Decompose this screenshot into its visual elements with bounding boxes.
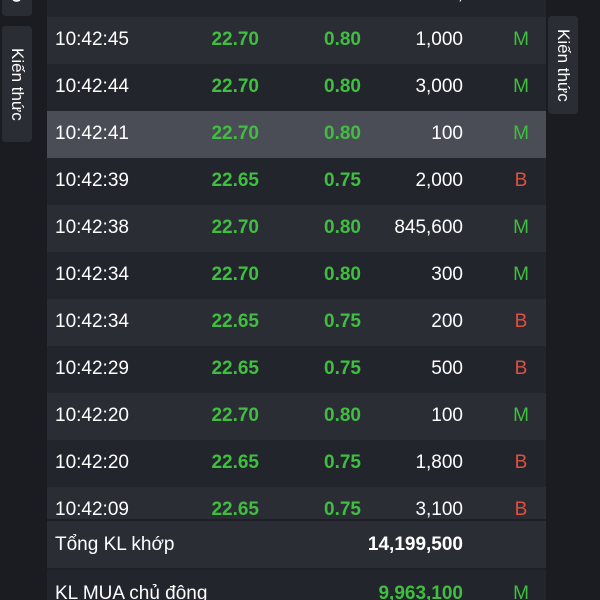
trade-volume: 845,600 <box>394 217 463 238</box>
table-row[interactable]: 10:42:39 22.65 0.75 2,000 B <box>47 158 546 205</box>
table-row[interactable]: 10:42:29 22.65 0.75 500 B <box>47 346 546 393</box>
trade-side: B <box>514 452 528 473</box>
table-row[interactable]: 10:42:34 22.65 0.75 200 B <box>47 299 546 346</box>
trade-volume: 3,000 <box>415 76 463 97</box>
trade-side: B <box>514 311 528 332</box>
trade-time: 10:42:29 <box>55 358 129 379</box>
trade-side: M <box>513 405 529 426</box>
side-tab-knowledge-right-label: Kiến thức <box>554 28 573 102</box>
table-row[interactable]: 10:42:20 22.70 0.80 100 M <box>47 393 546 440</box>
trade-side: M <box>513 123 529 144</box>
total-matched-volume-value: 14,199,500 <box>367 534 463 555</box>
active-buy-volume-value: 9,963,100 <box>378 583 463 600</box>
trade-price: 22.65 <box>211 311 259 332</box>
trade-list[interactable]: , 10:42:45 22.70 0.80 1,000 M 10:42:44 22.70 0.… <box>47 0 546 600</box>
trade-volume: 300 <box>431 264 463 285</box>
table-row[interactable]: 10:42:41 22.70 0.80 100 M <box>47 111 546 158</box>
trade-volume: 500 <box>431 358 463 379</box>
trade-price: 22.70 <box>211 405 259 426</box>
trade-change: 0.80 <box>324 405 361 426</box>
side-tab-knowledge-right[interactable]: Kiến thức <box>548 16 578 114</box>
trade-volume: 100 <box>431 405 463 426</box>
total-matched-volume-label: Tổng KL khớp <box>55 534 175 555</box>
trade-price: 22.65 <box>211 358 259 379</box>
total-matched-volume-row: Tổng KL khớp 14,199,500 <box>47 521 546 568</box>
trade-price: 22.70 <box>211 123 259 144</box>
trade-time: 10:42:09 <box>55 499 129 519</box>
active-buy-volume-row: KL MUA chủ động 9,963,100 M <box>47 570 546 600</box>
trade-time: 10:42:20 <box>55 452 129 473</box>
trade-time: 10:42:39 <box>55 170 129 191</box>
trade-volume: 1,000 <box>415 29 463 50</box>
trade-volume: 3,100 <box>415 499 463 519</box>
trade-change: 0.75 <box>324 358 361 379</box>
table-row[interactable]: 10:42:34 22.70 0.80 300 M <box>47 252 546 299</box>
trade-time: 10:42:41 <box>55 123 129 144</box>
table-row[interactable]: 10:42:38 22.70 0.80 845,600 M <box>47 205 546 252</box>
trade-side: M <box>513 217 529 238</box>
trade-side: B <box>514 499 528 519</box>
trade-change: 0.80 <box>324 29 361 50</box>
trade-side: M <box>513 76 529 97</box>
table-row[interactable]: 10:42:09 22.65 0.75 3,100 B <box>47 487 546 519</box>
table-row-partial[interactable]: , <box>47 0 546 17</box>
trade-change: 0.75 <box>324 170 361 191</box>
side-tab-top-left-label: o <box>7 0 27 3</box>
trade-volume: 2,000 <box>415 170 463 191</box>
trade-side: B <box>514 170 528 191</box>
trade-change: 0.80 <box>324 76 361 97</box>
trade-price: 22.65 <box>211 452 259 473</box>
trade-volume: 200 <box>431 311 463 332</box>
trade-change: 0.75 <box>324 311 361 332</box>
trade-volume: 1,800 <box>415 452 463 473</box>
table-row[interactable]: 10:42:44 22.70 0.80 3,000 M <box>47 64 546 111</box>
table-row[interactable]: 10:42:20 22.65 0.75 1,800 B <box>47 440 546 487</box>
trade-price: 22.70 <box>211 76 259 97</box>
trade-price: 22.70 <box>211 29 259 50</box>
trade-volume: 100 <box>431 123 463 144</box>
trade-volume: , <box>367 0 463 5</box>
trade-price: 22.65 <box>211 170 259 191</box>
trade-time: 10:42:38 <box>55 217 129 238</box>
trade-change: 0.80 <box>324 264 361 285</box>
trade-table[interactable]: , 10:42:45 22.70 0.80 1,000 M 10:42:44 22.70 0.… <box>47 0 546 519</box>
trade-change: 0.80 <box>324 217 361 238</box>
trade-time: 10:42:44 <box>55 76 129 97</box>
trade-side: M <box>513 29 529 50</box>
side-tab-knowledge-left-label: Kiến thức <box>8 47 27 121</box>
trade-time: 10:42:34 <box>55 311 129 332</box>
trade-time: 10:42:34 <box>55 264 129 285</box>
active-buy-flag: M <box>513 583 529 600</box>
trade-change: 0.75 <box>324 499 361 519</box>
trade-change: 0.75 <box>324 452 361 473</box>
trade-price: 22.70 <box>211 264 259 285</box>
active-buy-volume-label: KL MUA chủ động <box>55 583 208 600</box>
trade-price: 22.65 <box>211 499 259 519</box>
side-tab-knowledge-left[interactable]: Kiến thức <box>2 26 32 142</box>
trade-time: 10:42:45 <box>55 29 129 50</box>
trade-price: 22.70 <box>211 217 259 238</box>
trade-side: B <box>514 358 528 379</box>
trade-change: 0.80 <box>324 123 361 144</box>
side-tab-top-left[interactable]: o <box>2 0 32 16</box>
trade-history-panel: o Kiến thức Kiến thức , 10:42:45 22.70 0.8… <box>0 0 600 600</box>
trade-side: M <box>513 264 529 285</box>
table-row[interactable]: 10:42:45 22.70 0.80 1,000 M <box>47 17 546 64</box>
trade-time: 10:42:20 <box>55 405 129 426</box>
